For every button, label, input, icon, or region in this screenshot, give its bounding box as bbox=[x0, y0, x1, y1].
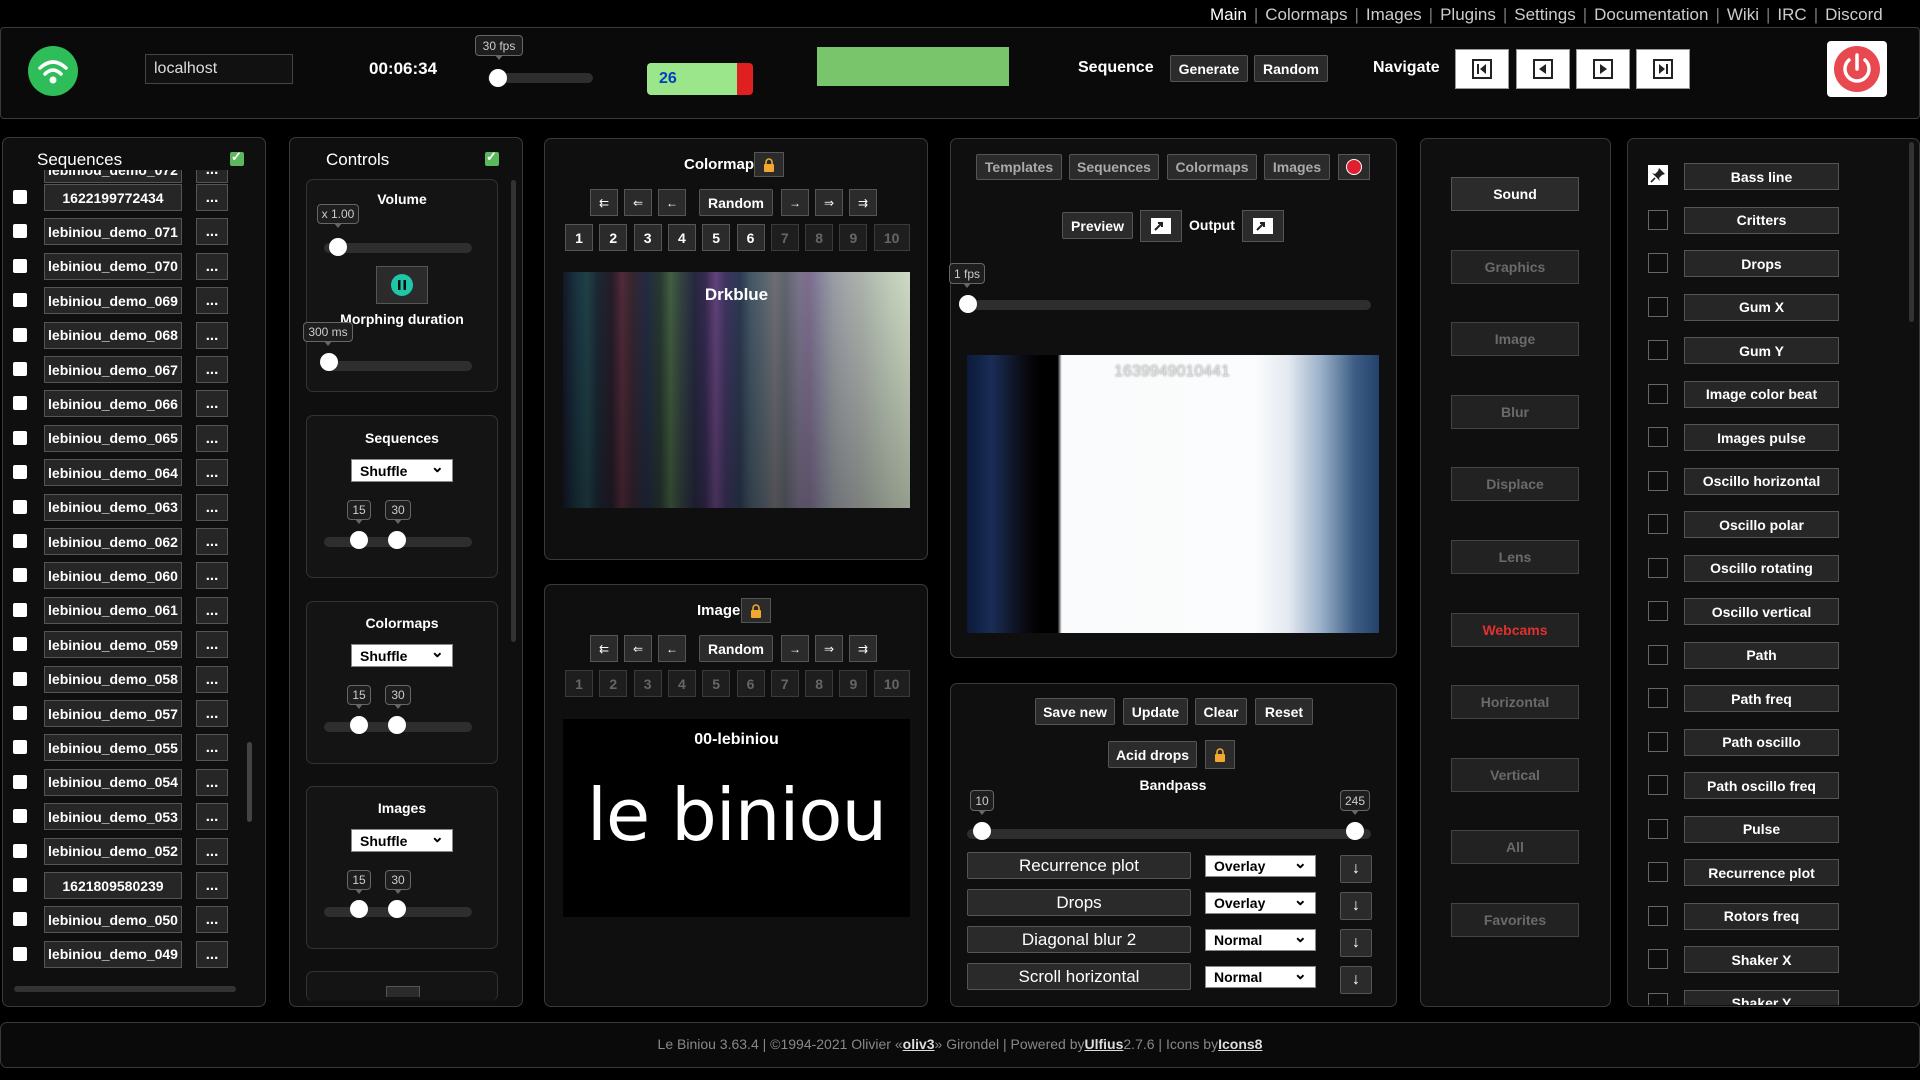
plugin-button[interactable]: Gum X bbox=[1684, 293, 1839, 321]
plugin-button[interactable]: Path oscillo bbox=[1684, 728, 1839, 756]
counter-value: 26 bbox=[659, 70, 677, 87]
plugin-button[interactable]: Shaker Y bbox=[1684, 989, 1839, 1005]
fps-tooltip: 30 fps bbox=[475, 35, 523, 60]
nav-documentation[interactable]: Documentation bbox=[1594, 5, 1708, 25]
plugin-button[interactable]: Images pulse bbox=[1684, 424, 1839, 451]
skip-first-icon bbox=[1472, 59, 1492, 79]
nav-images[interactable]: Images bbox=[1366, 5, 1422, 25]
plugin-checkbox[interactable] bbox=[1648, 731, 1668, 752]
plugin-checkbox[interactable] bbox=[1648, 340, 1668, 360]
footer-text: Le Biniou 3.63.4 | ©1994-2021 Olivier «o… bbox=[0, 1036, 1920, 1052]
plugin-checkbox[interactable] bbox=[1648, 470, 1668, 491]
plugin-checkbox[interactable] bbox=[1648, 992, 1668, 1005]
plugin-button[interactable]: Oscillo polar bbox=[1684, 511, 1839, 538]
plugin-button[interactable]: Gum Y bbox=[1684, 337, 1839, 364]
author-link[interactable]: oliv3 bbox=[903, 1036, 935, 1052]
plugin-button[interactable]: Path freq bbox=[1684, 685, 1839, 712]
nav-wiki[interactable]: Wiki bbox=[1727, 5, 1759, 25]
plugin-button[interactable]: Oscillo rotating bbox=[1684, 554, 1839, 582]
audio-level-bar bbox=[817, 47, 1009, 86]
plugin-button[interactable]: Image color beat bbox=[1684, 380, 1839, 408]
plugin-button[interactable]: Oscillo horizontal bbox=[1684, 467, 1839, 495]
plugin-button[interactable]: Path oscillo freq bbox=[1684, 772, 1839, 799]
nav-plugins[interactable]: Plugins bbox=[1440, 5, 1496, 25]
plugin-checkbox[interactable] bbox=[1648, 253, 1668, 273]
plugin-button[interactable]: Shaker X bbox=[1684, 946, 1839, 973]
plugins-list: Bass line Critters Drops Gum X Gum Y Image co… bbox=[0, 150, 1920, 1005]
previous-button[interactable] bbox=[1516, 49, 1570, 89]
previous-icon bbox=[1533, 59, 1553, 79]
plugins-scrollbar[interactable] bbox=[1909, 142, 1914, 322]
navigate-label: Navigate bbox=[1373, 59, 1440, 76]
plugin-checkbox[interactable] bbox=[1648, 514, 1668, 534]
random-sequence-button[interactable]: Random bbox=[1254, 55, 1328, 82]
plugin-checkbox[interactable] bbox=[1648, 688, 1668, 708]
power-icon bbox=[1834, 46, 1880, 92]
plugin-button[interactable]: Recurrence plot bbox=[1684, 859, 1839, 886]
nav-irc[interactable]: IRC bbox=[1777, 5, 1806, 25]
fps-slider-knob[interactable] bbox=[489, 69, 507, 87]
nav-main[interactable]: Main bbox=[1210, 5, 1247, 25]
plugin-button[interactable]: Rotors freq bbox=[1684, 902, 1839, 930]
plugin-button[interactable]: Bass line bbox=[1684, 163, 1839, 190]
generate-button[interactable]: Generate bbox=[1170, 55, 1248, 82]
plugin-button[interactable]: Drops bbox=[1684, 250, 1839, 277]
sequence-label: Sequence bbox=[1078, 59, 1154, 76]
plugin-checkbox[interactable] bbox=[1648, 862, 1668, 882]
plugin-checkbox[interactable] bbox=[1648, 601, 1668, 621]
next-button[interactable] bbox=[1576, 49, 1630, 89]
icons8-link[interactable]: Icons8 bbox=[1218, 1036, 1262, 1052]
top-nav: Main | Colormaps | Images | Plugins | Settin… bbox=[1210, 5, 1883, 25]
uptime: 00:06:34 bbox=[369, 59, 438, 78]
first-button[interactable] bbox=[1455, 49, 1509, 89]
plugin-checkbox[interactable] bbox=[1648, 383, 1668, 404]
counter-bar: 26 bbox=[647, 63, 753, 95]
plugin-checkbox[interactable] bbox=[1648, 949, 1668, 969]
plugin-checkbox[interactable] bbox=[1648, 775, 1668, 795]
nav-colormaps[interactable]: Colormaps bbox=[1265, 5, 1347, 25]
power-button[interactable] bbox=[1827, 41, 1887, 97]
plugin-checkbox[interactable] bbox=[1648, 644, 1668, 665]
plugin-button[interactable]: Path bbox=[1684, 641, 1839, 669]
skip-last-icon bbox=[1653, 59, 1673, 79]
footer-pre: Le Biniou 3.63.4 | ©1994-2021 Olivier « bbox=[657, 1036, 903, 1052]
next-icon bbox=[1593, 59, 1613, 79]
plugin-checkbox[interactable] bbox=[1648, 427, 1668, 447]
plugin-checkbox[interactable] bbox=[1648, 209, 1668, 230]
plugin-button[interactable]: Pulse bbox=[1684, 815, 1839, 843]
wifi-icon bbox=[28, 46, 78, 96]
plugin-checkbox[interactable] bbox=[1648, 905, 1668, 926]
nav-discord[interactable]: Discord bbox=[1825, 5, 1883, 25]
plugin-checkbox[interactable] bbox=[1648, 557, 1668, 578]
plugin-checkbox[interactable] bbox=[1648, 296, 1668, 317]
plugin-button[interactable]: Oscillo vertical bbox=[1684, 598, 1839, 625]
nav-settings[interactable]: Settings bbox=[1514, 5, 1575, 25]
footer-mid: » Girondel | Powered by bbox=[934, 1036, 1085, 1052]
footer-post: 2.7.6 | Icons by bbox=[1123, 1036, 1219, 1052]
plugin-checkbox[interactable] bbox=[1648, 818, 1668, 839]
plugin-button[interactable]: Critters bbox=[1684, 206, 1839, 234]
ulfius-link[interactable]: Ulfius bbox=[1085, 1036, 1124, 1052]
last-button[interactable] bbox=[1636, 49, 1690, 89]
host-field[interactable]: localhost bbox=[145, 54, 293, 84]
